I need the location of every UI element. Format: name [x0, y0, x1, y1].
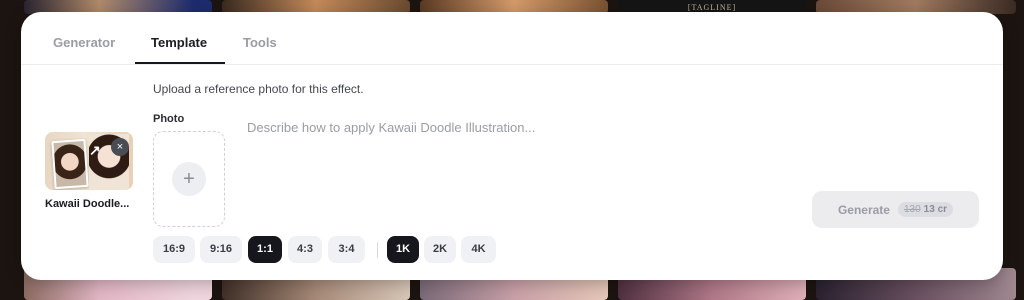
generate-button-label: Generate [837, 202, 890, 217]
aspect-ratio-1-1[interactable]: 1:1 [248, 236, 282, 263]
generate-button[interactable]: Generate 130 13 cr [812, 191, 979, 228]
resolution-4k[interactable]: 4K [461, 236, 496, 263]
tab-template[interactable]: Template [151, 35, 207, 50]
tab-tools[interactable]: Tools [243, 35, 277, 50]
discounted-cost: 13 cr [923, 204, 948, 215]
credit-cost-badge: 130 13 cr [897, 202, 954, 217]
resolution-1k[interactable]: 1K [387, 236, 419, 263]
aspect-ratio-3-4[interactable]: 3:4 [328, 236, 365, 263]
aspect-ratio-4-3[interactable]: 4:3 [288, 236, 322, 263]
remove-template-button[interactable]: × [111, 138, 129, 156]
tab-generator[interactable]: Generator [53, 35, 115, 50]
chip-group-divider [377, 242, 378, 258]
tab-bar: Generator Template Tools [21, 12, 1003, 65]
template-inset-photo [51, 138, 89, 190]
photo-label: Photo [153, 113, 185, 125]
aspect-ratio-9-16[interactable]: 9:16 [200, 236, 242, 263]
curved-arrow-icon: ↗ [89, 142, 101, 158]
prompt-input[interactable] [247, 120, 967, 180]
generator-panel: Generator Template Tools Upload a refere… [21, 12, 1003, 280]
upload-hint: Upload a reference photo for this effect… [153, 82, 364, 96]
aspect-ratio-16-9[interactable]: 16:9 [153, 236, 195, 263]
original-cost: 130 [903, 204, 921, 215]
resolution-2k[interactable]: 2K [424, 236, 456, 263]
plus-icon: + [172, 162, 206, 196]
photo-upload-dropzone[interactable]: + [153, 131, 225, 227]
active-tab-indicator [135, 62, 225, 64]
thumbnail-tagline: [TAGLINE] [687, 3, 737, 12]
template-name: Kawaii Doodle... [45, 198, 130, 210]
